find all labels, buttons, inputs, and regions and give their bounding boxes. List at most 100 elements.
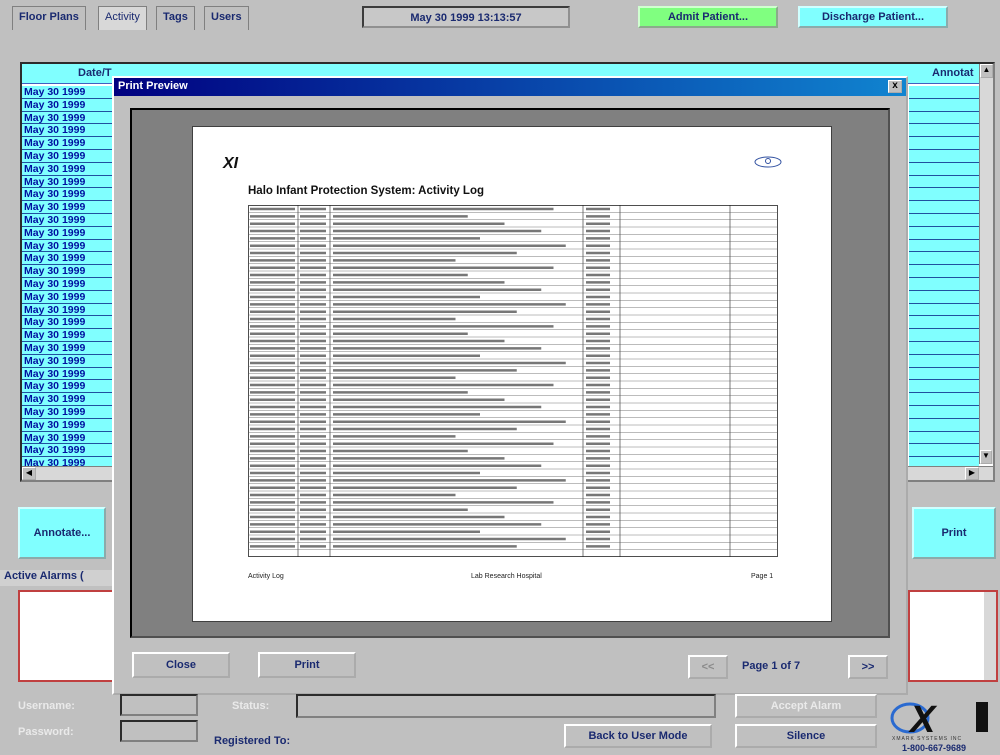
tab-floor-plans[interactable]: Floor Plans — [12, 6, 86, 30]
close-icon[interactable]: x — [888, 80, 902, 93]
active-alarms-list-right[interactable] — [908, 590, 998, 682]
preview-page: XI Halo Infant Protection System: Activi… — [192, 126, 832, 622]
table-row[interactable]: May 30 1999 — [22, 290, 117, 304]
annotation-cell[interactable] — [909, 226, 979, 240]
phone-number: 1-800-667-9689 — [902, 743, 967, 753]
table-row[interactable]: May 30 1999 — [22, 252, 117, 266]
alarms-scrollbar[interactable] — [984, 592, 996, 680]
table-row[interactable]: May 30 1999 — [22, 380, 117, 394]
document-footer-right: Page 1 — [751, 573, 774, 580]
annotation-cell[interactable] — [909, 431, 979, 445]
tab-tags[interactable]: Tags — [156, 6, 195, 30]
table-row[interactable]: May 30 1999 — [22, 431, 117, 445]
annotation-cell[interactable] — [909, 316, 979, 330]
scroll-left-icon[interactable]: ◀ — [22, 467, 36, 480]
table-vertical-scrollbar[interactable]: ▲ ▼ — [979, 64, 993, 464]
table-row[interactable]: May 30 1999 — [22, 98, 117, 112]
annotation-cell[interactable] — [909, 239, 979, 253]
brand-small-text: XMARK SYSTEMS INC — [892, 736, 963, 742]
table-row[interactable]: May 30 1999 — [22, 201, 117, 214]
halo-logo-icon — [754, 156, 782, 168]
dialog-titlebar: Print Preview x — [114, 78, 906, 96]
print-button[interactable]: Print — [912, 507, 996, 559]
username-input[interactable] — [120, 694, 198, 716]
scroll-up-icon[interactable]: ▲ — [980, 64, 993, 78]
page-indicator: Page 1 of 7 — [742, 660, 801, 672]
table-row[interactable]: May 30 1999 — [22, 341, 117, 355]
accept-alarm-button[interactable]: Accept Alarm — [735, 694, 877, 718]
active-alarms-label: Active Alarms ( — [0, 570, 112, 586]
print-preview-dialog: Print Preview x XI Halo Infant Protectio… — [112, 76, 908, 695]
annotation-cell[interactable] — [909, 162, 979, 176]
table-row[interactable]: May 30 1999 — [22, 329, 117, 342]
table-row[interactable]: May 30 1999 — [22, 277, 117, 291]
annotation-cell[interactable] — [909, 252, 979, 266]
close-button[interactable]: Close — [132, 652, 230, 678]
table-row[interactable]: May 30 1999 — [22, 418, 117, 432]
annotation-cell[interactable] — [909, 303, 979, 317]
table-row[interactable]: May 30 1999 — [22, 239, 117, 253]
password-input[interactable] — [120, 720, 198, 742]
annotation-cell[interactable] — [909, 175, 979, 189]
annotation-cell[interactable] — [909, 86, 979, 99]
annotation-cell[interactable] — [909, 98, 979, 112]
document-title: Halo Infant Protection System: Activity … — [248, 185, 484, 197]
table-row[interactable]: May 30 1999 — [22, 226, 117, 240]
annotation-cell[interactable] — [909, 341, 979, 355]
annotation-column[interactable] — [909, 86, 979, 480]
table-row[interactable]: May 30 1999 — [22, 162, 117, 176]
discharge-patient-button[interactable]: Discharge Patient... — [798, 6, 948, 28]
tab-users[interactable]: Users — [204, 6, 249, 30]
annotation-cell[interactable] — [909, 188, 979, 202]
table-row[interactable]: May 30 1999 — [22, 213, 117, 227]
table-row[interactable]: May 30 1999 — [22, 354, 117, 368]
annotation-cell[interactable] — [909, 393, 979, 406]
preview-print-button[interactable]: Print — [258, 652, 356, 678]
annotation-cell[interactable] — [909, 444, 979, 458]
admit-patient-button[interactable]: Admit Patient... — [638, 6, 778, 28]
annotation-cell[interactable] — [909, 149, 979, 163]
document-footer-left: Activity Log — [248, 573, 284, 580]
annotation-cell[interactable] — [909, 213, 979, 227]
table-row[interactable]: May 30 1999 — [22, 367, 117, 381]
table-row[interactable]: May 30 1999 — [22, 188, 117, 202]
scroll-right-icon[interactable]: ▶ — [965, 467, 979, 480]
active-alarms-list[interactable] — [18, 590, 114, 682]
table-row[interactable]: May 30 1999 — [22, 316, 117, 330]
table-row[interactable]: May 30 1999 — [22, 149, 117, 163]
document-footer-center: Lab Research Hospital — [471, 573, 542, 580]
annotation-cell[interactable] — [909, 354, 979, 368]
scroll-down-icon[interactable]: ▼ — [980, 450, 992, 464]
table-row[interactable]: May 30 1999 — [22, 265, 117, 278]
table-row[interactable]: May 30 1999 — [22, 124, 117, 138]
annotate-button[interactable]: Annotate... — [18, 507, 106, 559]
table-row[interactable]: May 30 1999 — [22, 405, 117, 419]
back-to-user-mode-button[interactable]: Back to User Mode — [564, 724, 712, 748]
table-row[interactable]: May 30 1999 — [22, 86, 117, 99]
tab-activity[interactable]: Activity — [98, 6, 147, 30]
annotation-cell[interactable] — [909, 418, 979, 432]
annotation-cell[interactable] — [909, 290, 979, 304]
date-column[interactable]: May 30 1999 May 30 1999 May 30 1999 May 30 … — [22, 86, 117, 480]
previous-page-button[interactable]: << — [688, 655, 728, 679]
silence-button[interactable]: Silence — [735, 724, 877, 748]
next-page-button[interactable]: >> — [848, 655, 888, 679]
annotation-cell[interactable] — [909, 124, 979, 138]
annotation-cell[interactable] — [909, 111, 979, 125]
annotation-cell[interactable] — [909, 405, 979, 419]
annotation-cell[interactable] — [909, 201, 979, 214]
table-row[interactable]: May 30 1999 — [22, 137, 117, 150]
table-row[interactable]: May 30 1999 — [22, 444, 117, 458]
annotation-cell[interactable] — [909, 367, 979, 381]
annotation-cell[interactable] — [909, 265, 979, 278]
password-label: Password: — [18, 726, 74, 738]
table-row[interactable]: May 30 1999 — [22, 393, 117, 406]
svg-text:X: X — [908, 699, 938, 738]
table-row[interactable]: May 30 1999 — [22, 303, 117, 317]
annotation-cell[interactable] — [909, 329, 979, 342]
table-row[interactable]: May 30 1999 — [22, 111, 117, 125]
annotation-cell[interactable] — [909, 277, 979, 291]
annotation-cell[interactable] — [909, 380, 979, 394]
annotation-cell[interactable] — [909, 137, 979, 150]
table-row[interactable]: May 30 1999 — [22, 175, 117, 189]
